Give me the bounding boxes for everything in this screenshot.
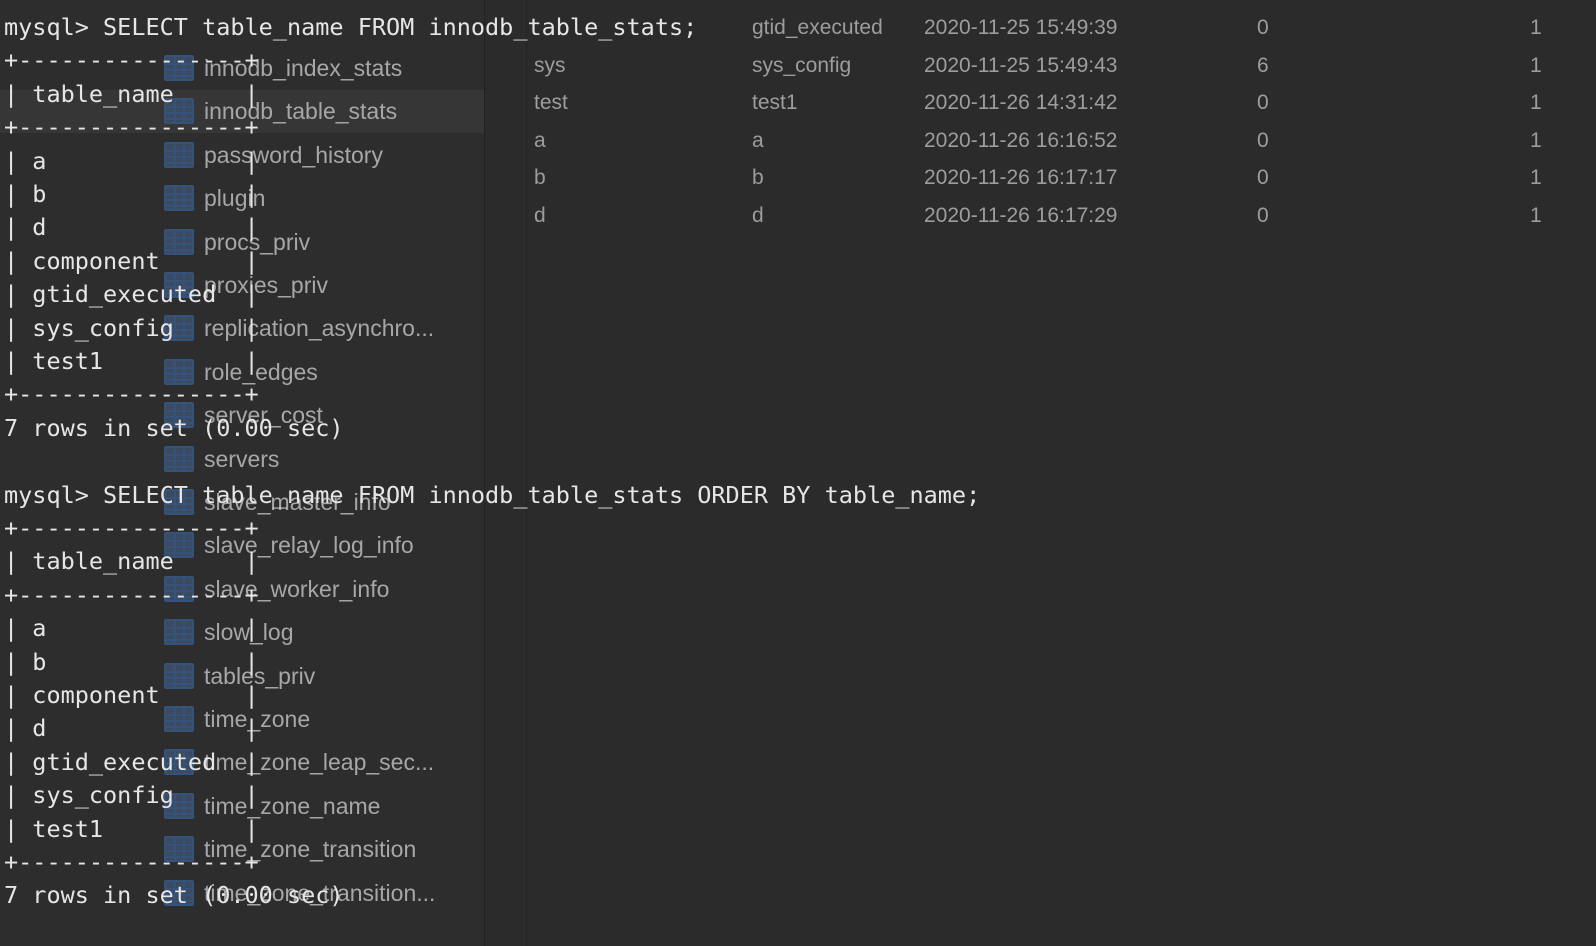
terminal-line: mysql> SELECT table_name FROM innodb_tab… bbox=[4, 13, 698, 41]
terminal-line: | table_name | bbox=[4, 79, 259, 108]
terminal-line: | table_name | bbox=[4, 547, 259, 576]
terminal-line: | d | bbox=[4, 213, 259, 242]
terminal-line: | b | bbox=[4, 180, 259, 208]
terminal-line: | sys_config | bbox=[4, 781, 259, 810]
terminal-line: 7 rows in set (0.00 sec) bbox=[4, 413, 344, 442]
terminal-line: +----------------+ bbox=[4, 580, 259, 609]
terminal-line: | test1 | bbox=[4, 347, 259, 375]
terminal-line: | gtid_executed | bbox=[4, 747, 259, 776]
terminal-line: | d | bbox=[4, 714, 259, 743]
terminal-line: | a | bbox=[4, 146, 259, 175]
terminal-line: +----------------+ bbox=[4, 46, 259, 75]
terminal-line: | gtid_executed | bbox=[4, 280, 259, 309]
terminal-line: +----------------+ bbox=[4, 848, 259, 876]
terminal-line: | test1 | bbox=[4, 814, 259, 843]
terminal-line: mysql> SELECT table_name FROM innodb_tab… bbox=[4, 480, 981, 509]
terminal-line: | component | bbox=[4, 246, 259, 275]
terminal-line: +----------------+ bbox=[4, 514, 259, 542]
terminal-line: +----------------+ bbox=[4, 113, 259, 142]
terminal-line: | component | bbox=[4, 681, 259, 709]
terminal-line: 7 rows in set (0.00 sec) bbox=[4, 881, 344, 910]
terminal-line: +----------------+ bbox=[4, 380, 259, 409]
terminal-output[interactable]: mysql> SELECT table_name FROM innodb_tab… bbox=[0, 0, 1596, 946]
terminal-line: | a | bbox=[4, 614, 259, 643]
terminal-line: | sys_config | bbox=[4, 313, 259, 342]
terminal-line: | b | bbox=[4, 647, 259, 676]
